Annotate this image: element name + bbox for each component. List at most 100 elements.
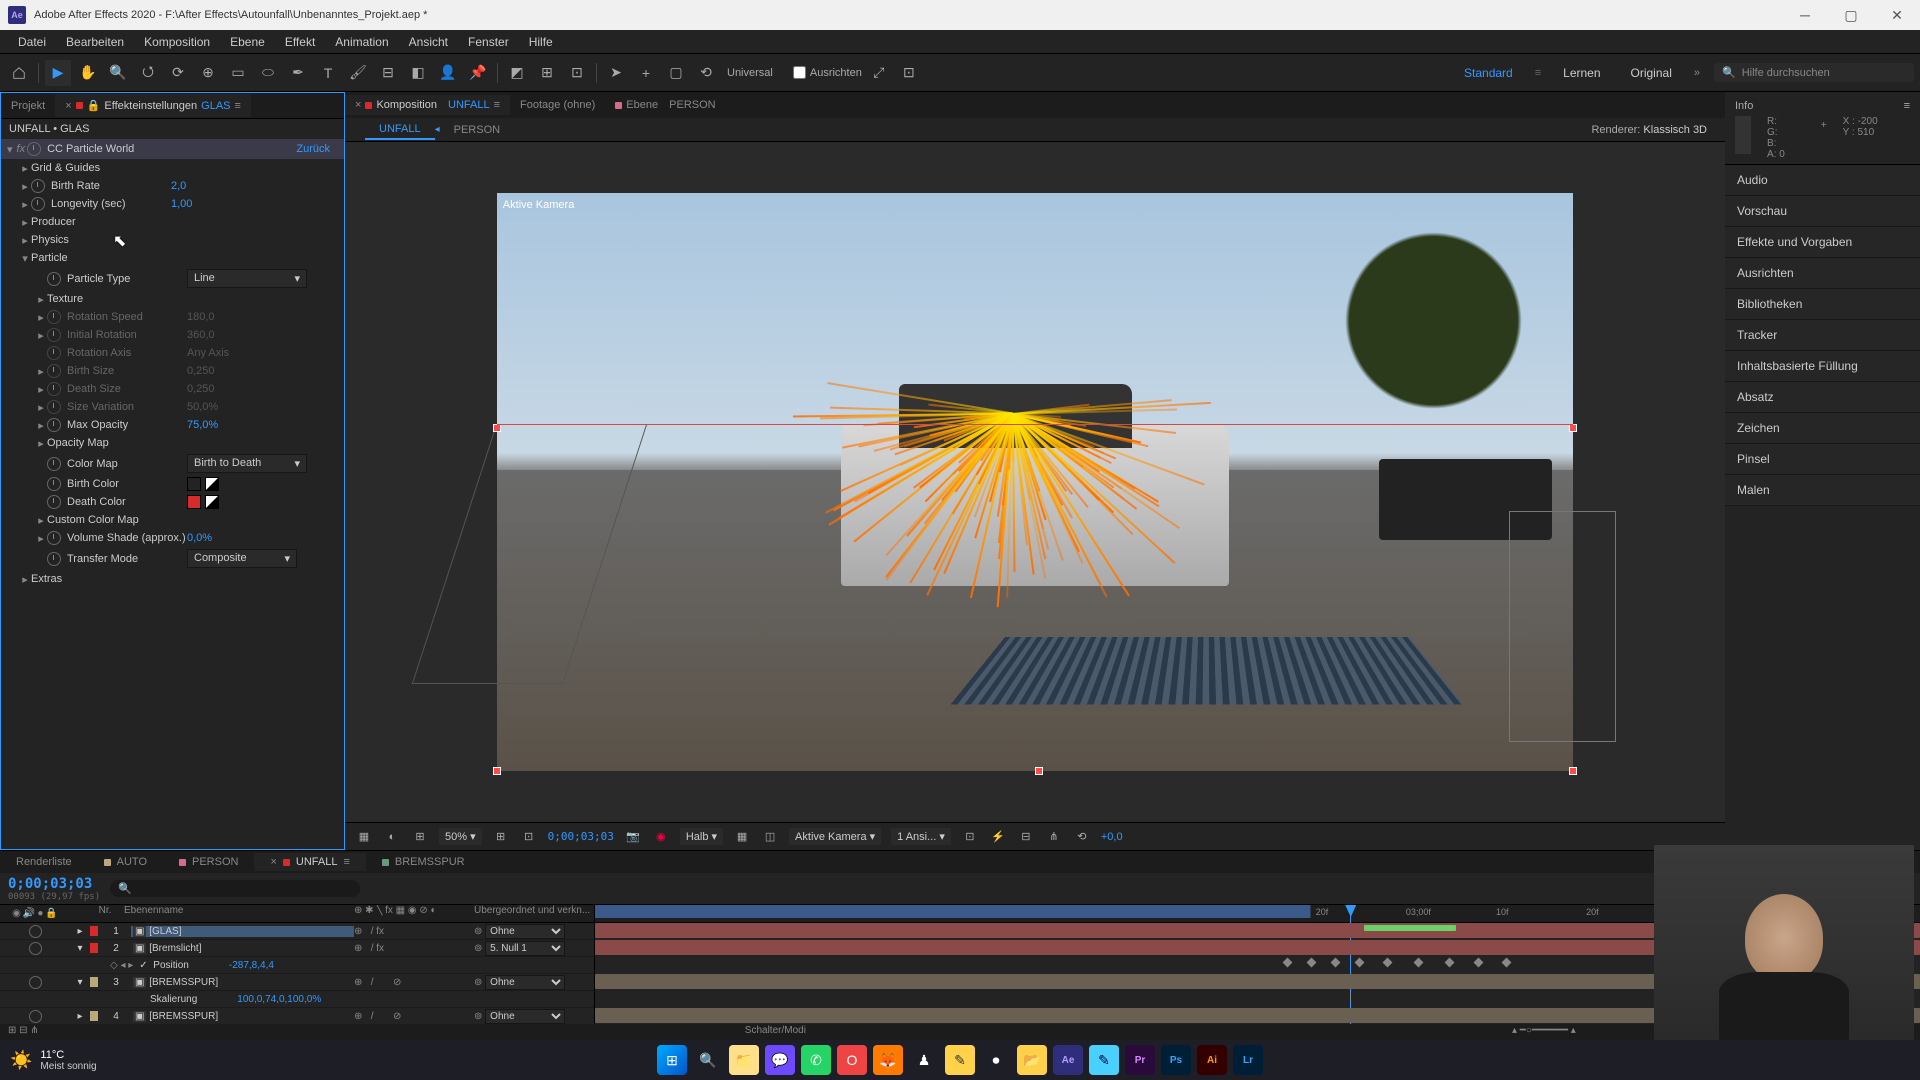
toggle-switches[interactable]: Schalter/Modi	[745, 1025, 806, 1039]
start-icon[interactable]: ⊞	[657, 1045, 687, 1075]
parent-select[interactable]: Ohne	[485, 924, 565, 939]
taskbar-search-icon[interactable]: 🔍	[693, 1045, 723, 1075]
snap-opt2-icon[interactable]: ⊡	[896, 60, 922, 86]
pixel-icon[interactable]: ⊡	[961, 828, 979, 846]
tl-tab-bremsspur[interactable]: BREMSSPUR	[366, 853, 481, 871]
timeline-search[interactable]: 🔍	[110, 880, 360, 897]
prop-longevity[interactable]: Longevity (sec)	[51, 198, 171, 210]
menu-animation[interactable]: Animation	[325, 31, 398, 53]
obs-icon[interactable]: ⏺	[981, 1045, 1011, 1075]
text-tool-icon[interactable]: T	[315, 60, 341, 86]
hand-tool-icon[interactable]: ✋	[75, 60, 101, 86]
prop-physics[interactable]: Physics	[31, 234, 151, 246]
window-close[interactable]: ✕	[1874, 0, 1920, 30]
folder-icon[interactable]: 📂	[1017, 1045, 1047, 1075]
help-search[interactable]: 🔍 Hilfe durchsuchen	[1714, 63, 1914, 82]
reset-link[interactable]: Zurück	[296, 143, 330, 155]
layer-row-glas[interactable]: ▸ 1 ▣ [GLAS] ⊕ / fx ⊚ Ohne	[0, 923, 594, 940]
panel-paint[interactable]: Malen	[1725, 475, 1920, 506]
roto-tool-icon[interactable]: 👤	[435, 60, 461, 86]
panel-menu-icon[interactable]: ≡	[1904, 100, 1910, 112]
exposure-value[interactable]: +0,0	[1101, 831, 1123, 843]
prop-particle[interactable]: Particle	[31, 252, 151, 264]
renderer-select[interactable]: Klassisch 3D	[1643, 124, 1707, 136]
rect-tool-icon[interactable]: ▭	[225, 60, 251, 86]
snap-opt1-icon[interactable]: ⤢	[866, 60, 892, 86]
3d-icon[interactable]: ◫	[761, 828, 779, 846]
orbit-tool-icon[interactable]: ⭯	[135, 60, 161, 86]
layer-row-bremslicht[interactable]: ▾ 2 ▣ [Bremslicht] ⊕ / fx ⊚ 5. Null 1	[0, 940, 594, 957]
puppet-tool-icon[interactable]: 📌	[465, 60, 491, 86]
tab-effect-controls[interactable]: × 🔒 Effekteinstellungen GLAS ≡	[55, 94, 251, 117]
viewer-tab-layer[interactable]: Ebene PERSON	[605, 95, 725, 115]
eyedropper-icon[interactable]	[205, 477, 219, 491]
rotate-tool-icon[interactable]: ⟳	[165, 60, 191, 86]
panel-preview[interactable]: Vorschau	[1725, 196, 1920, 227]
mask-icon[interactable]: ◐	[383, 828, 401, 846]
prop-death-color[interactable]: Death Color	[67, 496, 187, 508]
prop-row-scale[interactable]: Skalierung 100,0,74,0,100,0%	[0, 991, 594, 1008]
ellipse-tool-icon[interactable]: ⬭	[255, 60, 281, 86]
ae-taskbar-icon[interactable]: Ae	[1053, 1045, 1083, 1075]
tl-tab-unfall[interactable]: ×UNFALL≡	[254, 853, 365, 871]
panel-effects[interactable]: Effekte und Vorgaben	[1725, 227, 1920, 258]
brush-tool-icon[interactable]: 🖌	[345, 60, 371, 86]
transparency-icon[interactable]: ▦	[733, 828, 751, 846]
grid-icon[interactable]: ⊞	[492, 828, 510, 846]
prop-birth-rate[interactable]: Birth Rate	[51, 180, 171, 192]
panel-paragraph[interactable]: Absatz	[1725, 382, 1920, 413]
zoom-tool-icon[interactable]: 🔍	[105, 60, 131, 86]
app-icon-3[interactable]: ✎	[1089, 1045, 1119, 1075]
menu-file[interactable]: Datei	[8, 31, 56, 53]
viewer-tab-composition[interactable]: × Komposition UNFALL ≡	[345, 95, 510, 115]
alpha-icon[interactable]: ▦	[355, 828, 373, 846]
ai-icon[interactable]: Ai	[1197, 1045, 1227, 1075]
box-icon[interactable]: ▢	[663, 60, 689, 86]
prop-transfer-mode[interactable]: Transfer Mode	[67, 553, 187, 565]
pen-tool-icon[interactable]: ✒	[285, 60, 311, 86]
snapping-checkbox[interactable]	[793, 66, 806, 79]
view-axis-icon[interactable]: ⊡	[564, 60, 590, 86]
window-minimize[interactable]: ─	[1782, 0, 1828, 30]
prop-particle-type[interactable]: Particle Type	[67, 273, 187, 285]
timeline-timecode[interactable]: 0;00;03;03	[8, 876, 100, 892]
prop-texture[interactable]: Texture	[47, 293, 167, 305]
panel-align[interactable]: Ausrichten	[1725, 258, 1920, 289]
views-select[interactable]: 1 Ansi... ▾	[891, 828, 951, 845]
menu-effect[interactable]: Effekt	[275, 31, 325, 53]
fast-icon[interactable]: ⚡	[989, 828, 1007, 846]
sub-tab-person[interactable]: PERSON	[440, 121, 514, 139]
color-map-select[interactable]: Birth to Death▾	[187, 454, 307, 473]
composition-viewport[interactable]: Aktive Kamera	[345, 142, 1725, 822]
preview-timecode[interactable]: 0;00;03;03	[548, 830, 614, 843]
prop-row-position[interactable]: ◇ ◂ ▸ ✓ Position -287,8,4,4	[0, 957, 594, 974]
transfer-mode-select[interactable]: Composite▾	[187, 549, 297, 568]
zoom-select[interactable]: 50% ▾	[439, 828, 482, 845]
local-axis-icon[interactable]: ◩	[504, 60, 530, 86]
layer-row-bremsspur-4[interactable]: ▸ 4 ▣ [BREMSSPUR] ⊕ / ⊘ ⊚ Ohne	[0, 1008, 594, 1024]
stamp-tool-icon[interactable]: ⊟	[375, 60, 401, 86]
flowchart-icon[interactable]: ⋔	[1045, 828, 1063, 846]
tl-tab-auto[interactable]: AUTO	[88, 853, 163, 871]
tab-project[interactable]: Projekt	[1, 95, 55, 117]
menu-help[interactable]: Hilfe	[519, 31, 563, 53]
eraser-tool-icon[interactable]: ◧	[405, 60, 431, 86]
home-icon[interactable]	[6, 60, 32, 86]
effect-header[interactable]: ▾ fx CC Particle World Zurück	[1, 139, 344, 159]
workspace-original[interactable]: Original	[1623, 62, 1680, 84]
menu-window[interactable]: Fenster	[458, 31, 519, 53]
prop-max-opacity[interactable]: Max Opacity	[67, 419, 187, 431]
guides-icon[interactable]: ⊞	[411, 828, 429, 846]
firefox-icon[interactable]: 🦊	[873, 1045, 903, 1075]
sub-tab-unfall[interactable]: UNFALL	[365, 120, 435, 140]
viewer-tab-footage[interactable]: Footage (ohne)	[510, 95, 605, 115]
teams-icon[interactable]: 💬	[765, 1045, 795, 1075]
layer-row-bremsspur-3[interactable]: ▾ 3 ▣ [BREMSSPUR] ⊕ / ⊘ ⊚ Ohne	[0, 974, 594, 991]
refresh-icon[interactable]: ⟲	[693, 60, 719, 86]
prop-custom-color-map[interactable]: Custom Color Map	[47, 514, 167, 526]
prop-extras[interactable]: Extras	[31, 573, 151, 585]
panel-content-fill[interactable]: Inhaltsbasierte Füllung	[1725, 351, 1920, 382]
camera-select[interactable]: Aktive Kamera ▾	[789, 828, 881, 845]
app-icon-1[interactable]: ♟	[909, 1045, 939, 1075]
prop-producer[interactable]: Producer	[31, 216, 151, 228]
